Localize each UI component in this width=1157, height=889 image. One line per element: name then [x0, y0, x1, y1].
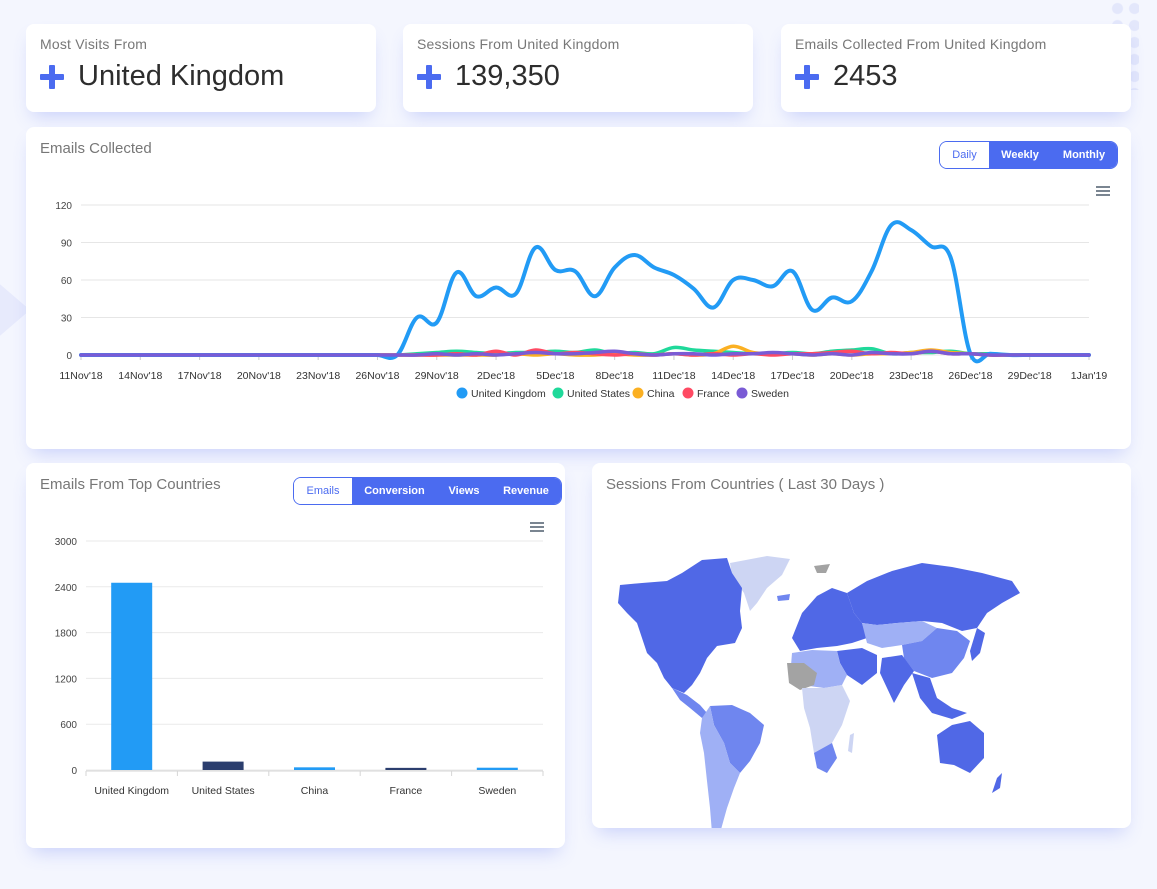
x-tick-label: 29Nov'18: [415, 370, 459, 382]
map-region-iceland[interactable]: [777, 594, 790, 601]
line-chart: 0 30 60 90 120 11Nov'18 14Nov'18 17Nov'18 20Nov'…: [55, 201, 1108, 400]
legend-item[interactable]: United Kingdom: [471, 388, 546, 400]
sessions-map-card: Sessions From Countries ( Last 30 Days ): [592, 463, 1131, 828]
legend-marker[interactable]: [682, 387, 694, 399]
x-tick-label: France: [390, 785, 423, 797]
x-tick-label: 14Nov'18: [118, 370, 162, 382]
y-tick-label: 600: [60, 720, 77, 731]
bar-france[interactable]: [385, 767, 427, 770]
legend-marker[interactable]: [552, 387, 564, 399]
y-tick-label: 1200: [55, 674, 78, 685]
x-tick-label: 23Nov'18: [296, 370, 340, 382]
map-region-japan[interactable]: [970, 628, 985, 661]
plus-icon: [795, 64, 819, 89]
stat-card-sessions: Sessions From United Kingdom 139,350: [403, 24, 753, 112]
x-tick-label: 8Dec'18: [596, 370, 634, 382]
x-tick-label: Sweden: [478, 785, 516, 797]
y-tick-label: 1800: [55, 629, 78, 640]
x-tick-label: 11Dec'18: [652, 370, 695, 382]
top-countries-card: Emails From Top Countries Emails Convers…: [26, 463, 565, 848]
legend-item[interactable]: United States: [567, 388, 630, 400]
x-tick-label: 14Dec'18: [711, 370, 755, 382]
bar-united-states[interactable]: [202, 761, 244, 770]
bar-united-kingdom[interactable]: [111, 582, 153, 770]
x-tick-label: 23Dec'18: [889, 370, 933, 382]
stat-label: Most Visits From: [40, 36, 148, 52]
x-tick-label: United Kingdom: [94, 785, 169, 797]
plus-icon: [417, 64, 441, 89]
x-tick-label: 5Dec'18: [536, 370, 574, 382]
legend-marker[interactable]: [632, 387, 644, 399]
bar-china[interactable]: [294, 767, 335, 770]
bar-sweden[interactable]: [476, 767, 518, 770]
y-tick-label: 120: [55, 201, 72, 212]
y-tick-label: 2400: [55, 583, 78, 594]
stat-label: Emails Collected From United Kingdom: [795, 36, 1047, 52]
x-tick-label: 20Dec'18: [830, 370, 874, 382]
y-tick-label: 0: [66, 351, 72, 362]
stat-value: 2453: [833, 60, 898, 92]
legend-item[interactable]: Sweden: [751, 388, 789, 400]
x-tick-label: 17Nov'18: [178, 370, 222, 382]
y-tick-label: 0: [71, 766, 77, 777]
x-tick-label: China: [301, 785, 329, 797]
x-tick-label: 20Nov'18: [237, 370, 281, 382]
map-region-north-america[interactable]: [618, 558, 742, 693]
map-region-central-america[interactable]: [672, 688, 707, 718]
plus-icon: [40, 64, 64, 89]
x-tick-label: 26Nov'18: [355, 370, 399, 382]
map-region-new-zealand[interactable]: [992, 773, 1002, 793]
x-tick-label: 11Nov'18: [59, 370, 102, 382]
emails-collected-card: Emails Collected Daily Weekly Monthly 03…: [26, 127, 1131, 449]
y-tick-label: 3000: [55, 537, 78, 548]
stat-label: Sessions From United Kingdom: [417, 36, 620, 52]
y-tick-label: 90: [61, 239, 73, 250]
x-tick-label: 2Dec'18: [477, 370, 515, 382]
stat-card-emails-collected: Emails Collected From United Kingdom 245…: [781, 24, 1131, 112]
x-tick-label: United States: [192, 785, 255, 797]
stat-card-most-visits: Most Visits From United Kingdom: [26, 24, 376, 112]
x-tick-label: 1Jan'19: [1071, 370, 1108, 382]
legend-marker[interactable]: [736, 387, 748, 399]
x-tick-label: 26Dec'18: [948, 370, 992, 382]
x-tick-label: 29Dec'18: [1008, 370, 1052, 382]
y-tick-label: 30: [61, 314, 73, 325]
map-region-australia[interactable]: [937, 721, 984, 773]
bar-chart: 0 600 1200 1800 2400 3000 United Kingdom United…: [55, 537, 544, 797]
map-region-svalbard[interactable]: [814, 564, 830, 573]
map-region-madagascar[interactable]: [848, 733, 854, 753]
world-map[interactable]: [592, 463, 1131, 828]
map-region-russia[interactable]: [847, 563, 1020, 631]
x-tick-label: 17Dec'18: [771, 370, 815, 382]
y-tick-label: 60: [61, 276, 73, 287]
map-region-southeast-asia[interactable]: [912, 673, 967, 719]
legend-item[interactable]: France: [697, 388, 730, 400]
stat-value: 139,350: [455, 60, 560, 92]
legend-marker[interactable]: [456, 387, 468, 399]
legend-item[interactable]: China: [647, 388, 675, 400]
stat-value: United Kingdom: [78, 60, 285, 92]
